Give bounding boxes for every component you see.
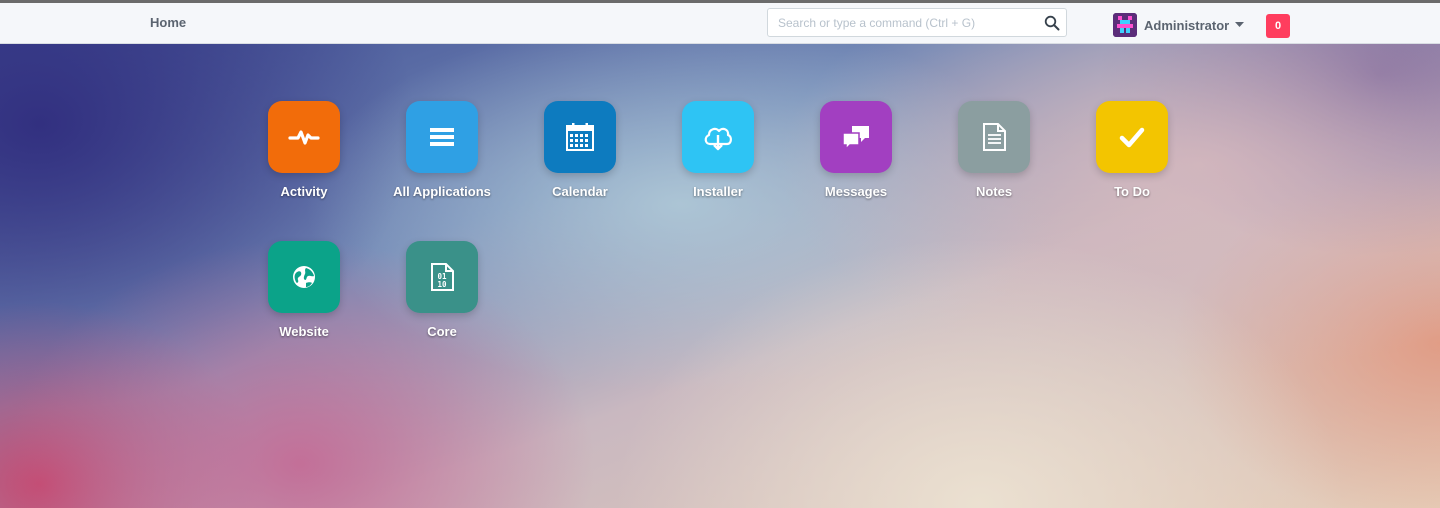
app-messages[interactable]: Messages xyxy=(791,101,921,211)
app-icon-tile[interactable]: 01 10 xyxy=(406,241,478,313)
chat-icon xyxy=(842,126,869,151)
app-label: Installer xyxy=(693,184,743,199)
home-link[interactable]: Home xyxy=(150,15,186,30)
app-label: Notes xyxy=(975,184,1013,199)
list-icon xyxy=(430,128,454,146)
app-icon-tile[interactable] xyxy=(682,101,754,173)
app-label: To Do xyxy=(1114,184,1150,199)
app-label: All Applications xyxy=(393,184,491,199)
app-icon-tile[interactable] xyxy=(544,101,616,173)
navbar: Home Administrator 0 xyxy=(0,0,1440,44)
calendar-icon xyxy=(566,123,594,151)
app-core[interactable]: 01 10 Core xyxy=(377,241,507,351)
svg-text:10: 10 xyxy=(437,280,447,289)
app-icon-tile[interactable] xyxy=(1096,101,1168,173)
user-menu[interactable]: Administrator xyxy=(1113,12,1245,38)
check-icon xyxy=(1119,127,1145,148)
app-all-applications[interactable]: All Applications xyxy=(377,101,507,211)
app-notes[interactable]: Notes xyxy=(929,101,1059,211)
user-name: Administrator xyxy=(1144,17,1230,33)
app-label: Activity xyxy=(280,184,328,199)
app-icon-tile[interactable] xyxy=(820,101,892,173)
search-input[interactable] xyxy=(768,9,1038,36)
app-label: Core xyxy=(427,324,457,339)
app-label: Calendar xyxy=(552,184,608,199)
app-website[interactable]: Website xyxy=(239,241,369,351)
app-calendar[interactable]: Calendar xyxy=(515,101,645,211)
globe-icon xyxy=(293,266,315,288)
app-label: Website xyxy=(279,324,329,339)
app-icon-tile[interactable] xyxy=(958,101,1030,173)
binary-file-icon: 01 10 xyxy=(431,263,454,291)
app-activity[interactable]: Activity xyxy=(239,101,369,211)
search-icon[interactable] xyxy=(1044,15,1060,31)
app-to-do[interactable]: To Do xyxy=(1067,101,1197,211)
search-box[interactable] xyxy=(767,8,1067,37)
app-label: Messages xyxy=(824,184,888,199)
notification-badge[interactable]: 0 xyxy=(1266,14,1290,38)
activity-icon xyxy=(288,130,320,145)
avatar xyxy=(1113,13,1137,37)
cloud-download-icon xyxy=(704,127,732,151)
app-icon-tile[interactable] xyxy=(268,101,340,173)
desktop: Activity All Applications Calendar Insta… xyxy=(0,44,1440,508)
document-icon xyxy=(983,123,1006,151)
app-icon-tile[interactable] xyxy=(406,101,478,173)
chevron-down-icon xyxy=(1235,22,1245,27)
app-icon-tile[interactable] xyxy=(268,241,340,313)
app-installer[interactable]: Installer xyxy=(653,101,783,211)
